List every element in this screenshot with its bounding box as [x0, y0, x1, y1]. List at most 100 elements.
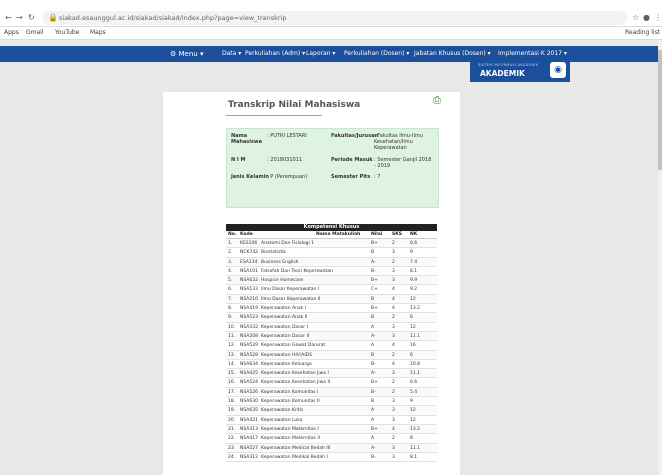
cell-nk: 9 — [410, 250, 413, 256]
col-kode: Kode — [240, 232, 253, 237]
cell-no: 11. — [228, 333, 236, 339]
scrollbar-thumb[interactable] — [658, 50, 662, 170]
cell-no: 15. — [228, 371, 236, 377]
cell-nilai: A- — [371, 371, 376, 377]
cell-no: 17. — [228, 389, 236, 395]
cell-kode: NSA632 — [240, 278, 258, 284]
cell-nk: 9 — [410, 399, 413, 405]
cell-sks: 4 — [392, 343, 395, 349]
cell-sks: 3 — [392, 417, 395, 423]
cell-nilai: B — [371, 352, 375, 358]
bookmark-youtube[interactable]: YouTube — [55, 28, 79, 38]
back-icon[interactable]: ← — [5, 12, 12, 24]
cell-no: 12. — [228, 343, 236, 349]
cell-nk: 13.2 — [410, 426, 421, 432]
cell-sks: 4 — [392, 296, 395, 302]
table-row: 14. NSA634 Keperawatan Keluarga B- 4 10.8 — [226, 360, 437, 370]
cell-no: 6. — [228, 287, 233, 293]
cell-no: 18. — [228, 399, 236, 405]
page-scrollbar[interactable] — [658, 40, 662, 475]
reading-list[interactable]: Reading list — [625, 28, 660, 38]
student-info-box: Nama Mahasiswa : PUTRI LESTARI N I M : 2… — [226, 128, 439, 208]
cell-sks: 4 — [392, 287, 395, 293]
cell-nk: 12 — [410, 324, 416, 330]
table-row: 12. NSA529 Keperawatan Gawat Darurat A 4 16 — [226, 341, 437, 351]
table-row: 11. NSA208 Keperawatan Dasar II A- 3 11.1 — [226, 331, 437, 342]
print-icon[interactable]: ⎙ — [433, 95, 441, 106]
cell-nilai: B- — [371, 389, 376, 395]
cell-no: 3. — [228, 259, 233, 265]
menu-perkuliahan-dosen[interactable]: Perkuliahan (Dosen) ▾ — [344, 48, 409, 60]
cell-kode: NSA417 — [240, 436, 258, 442]
page-title: Transkrip Nilai Mahasiswa — [228, 100, 361, 110]
cell-kode: ESA134 — [240, 259, 258, 265]
bookmark-gmail[interactable]: Gmail — [26, 28, 44, 38]
kebab-menu-icon[interactable]: ⋮ — [654, 12, 662, 24]
grades-table: Kompetensi Khusus No. Kode Nama Matakuli… — [226, 224, 437, 463]
table-row: 1. KES106 Anatomi Dan Fisiologi 1 B+ 2 6.6 — [226, 239, 437, 249]
reload-icon[interactable]: ↻ — [28, 12, 35, 24]
logo-title: AKADEMIK — [480, 69, 525, 78]
menu-laporan-label: Laporan — [306, 50, 331, 57]
table-row: 4. NSA101 Falsafah Dan Teori Keperawatan B-… — [226, 267, 437, 277]
cell-nama: Falsafah Dan Teori Keperawatan — [261, 268, 333, 274]
bookmark-apps[interactable]: Apps — [4, 28, 19, 38]
bookmarks-bar: Apps Gmail YouTube Maps Reading list — [0, 27, 662, 40]
forward-icon[interactable]: → — [16, 12, 23, 24]
cell-nilai: B — [371, 315, 375, 321]
cell-sks: 2 — [392, 436, 395, 442]
cell-sks: 4 — [392, 426, 395, 432]
cell-nama: Keperawatan Dasar II — [261, 333, 310, 339]
cell-nilai: A — [371, 436, 375, 442]
semester-label: Semester Pits — [331, 174, 371, 180]
logo-subtitle: SISTEM INFORMASI AKADEMIK — [478, 63, 539, 67]
cell-sks: 2 — [392, 315, 395, 321]
period-value: : Semester Ganjil 2018 - 2019 — [374, 157, 432, 169]
cell-nk: 6.6 — [410, 380, 418, 386]
cell-sks: 3 — [392, 333, 395, 339]
cell-kode: NSA133 — [240, 287, 258, 293]
bookmark-maps[interactable]: Maps — [90, 28, 106, 38]
cell-nk: 6.6 — [410, 241, 418, 246]
table-row: 9. NSA523 Keperawatan Anak II B 2 6 — [226, 313, 437, 323]
col-nk: NK — [410, 232, 418, 237]
profile-icon[interactable]: ● — [643, 12, 650, 24]
cell-nama: Keperawatan Maternitas I — [261, 426, 319, 432]
cell-nama: Keperawatan Medical Bedah III — [261, 445, 331, 451]
table-row: 19. NSA635 Keperawatan Kritis A 3 12 — [226, 406, 437, 416]
browser-toolbar: ← → ↻ 🔒 siakad.esaunggul.ac.id/siakad/si… — [0, 0, 662, 27]
menu-laporan[interactable]: Laporan ▾ — [306, 48, 335, 60]
menu-perkuliahan-adm[interactable]: Perkuliahan (Adm) ▾ — [245, 48, 305, 60]
menu-data[interactable]: Data ▾ — [222, 48, 241, 60]
cell-nilai: A- — [371, 259, 376, 265]
cell-no: 4. — [228, 268, 233, 274]
col-nama: Nama Matakuliah — [316, 232, 361, 237]
cell-nama: Keperawatan Komunitas II — [261, 399, 320, 405]
cell-nk: 9.2 — [410, 287, 418, 293]
cell-nama: Ilmu Dasar Keperawatan II — [261, 296, 321, 302]
address-bar[interactable]: 🔒 siakad.esaunggul.ac.id/siakad/siakad/i… — [42, 11, 627, 25]
cell-kode: NSA523 — [240, 315, 258, 321]
star-icon[interactable]: ☆ — [632, 12, 639, 24]
cell-nama: Keperawatan Maternitas II — [261, 436, 320, 442]
cell-nama: Anatomi Dan Fisiologi 1 — [261, 241, 315, 246]
cell-no: 22. — [228, 436, 236, 442]
table-section-header: Kompetensi Khusus — [226, 224, 437, 231]
menu-jabatan-khusus[interactable]: Jabatan Khusus (Dosen) ▾ — [414, 48, 491, 60]
cell-kode: NSA419 — [240, 306, 258, 312]
cell-nilai: B- — [371, 454, 376, 460]
cell-kode: NSA425 — [240, 371, 258, 377]
cell-nilai: B- — [371, 268, 376, 274]
cell-no: 1. — [228, 241, 233, 246]
cell-sks: 3 — [392, 399, 395, 405]
menu-home[interactable]: ⚙ Menu ▾ — [170, 48, 204, 60]
cell-no: 13. — [228, 352, 236, 358]
cell-no: 24. — [228, 454, 236, 460]
cell-sks: 3 — [392, 250, 395, 256]
cell-nama: Biostatistik — [261, 250, 286, 256]
cell-no: 5. — [228, 278, 233, 284]
cell-nilai: A — [371, 408, 375, 414]
table-row: 10. NSA332 Keperawatan Dasar I A 3 12 — [226, 323, 437, 332]
menu-implementasi[interactable]: Implementasi K 2017 ▾ — [498, 48, 567, 60]
cell-nama: Keperawatan Kesehatan Jiwa I — [261, 371, 329, 377]
